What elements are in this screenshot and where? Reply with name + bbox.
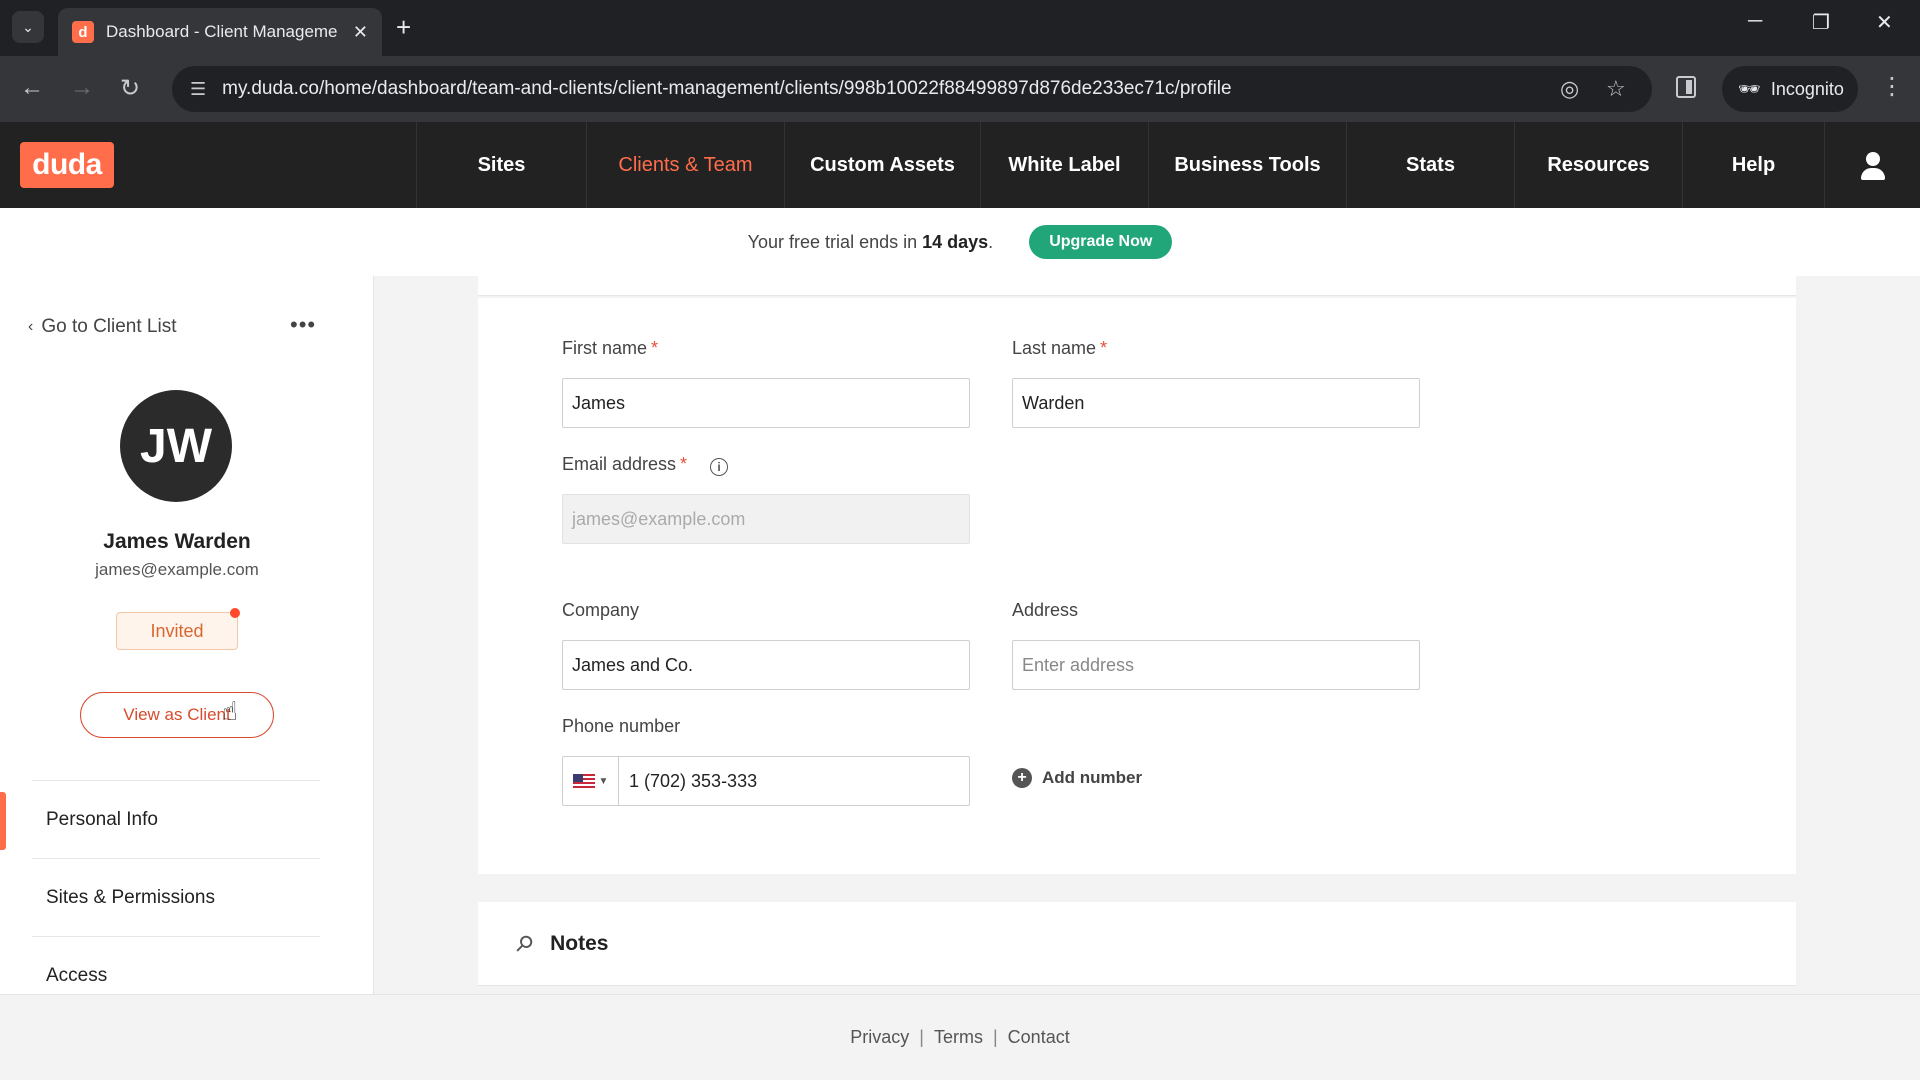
nav-resources[interactable]: Resources xyxy=(1514,122,1682,208)
status-badge: Invited xyxy=(116,612,238,650)
tab-search-button[interactable]: ⌄ xyxy=(12,11,44,43)
trial-days: 14 days xyxy=(922,231,989,252)
incognito-indicator[interactable]: 🕶 Incognito xyxy=(1722,66,1858,112)
forward-arrow-icon[interactable]: → xyxy=(70,74,94,102)
client-email: james@example.com xyxy=(95,560,259,579)
main-content: First name * James Last name * Warden Emai… xyxy=(374,276,1920,994)
info-icon[interactable]: i xyxy=(710,458,728,476)
phone-field[interactable]: ▼ 1 (702) 353-333 xyxy=(562,756,970,806)
nav-custom-assets[interactable]: Custom Assets xyxy=(784,122,980,208)
new-tab-icon[interactable]: + xyxy=(396,12,411,43)
client-sidebar: ‹ Go to Client List ••• JW James Warden … xyxy=(0,276,374,994)
user-account-icon[interactable] xyxy=(1824,122,1920,208)
sidebar-item-sites-permissions[interactable]: Sites & Permissions xyxy=(32,858,320,936)
nav-clients-team[interactable]: Clients & Team xyxy=(586,122,784,208)
restore-icon[interactable]: ❐ xyxy=(1812,10,1830,35)
more-options-icon[interactable]: ••• xyxy=(290,312,316,338)
browser-tab[interactable]: d Dashboard - Client Manageme ✕ xyxy=(58,8,382,56)
contact-link[interactable]: Contact xyxy=(1008,1027,1070,1048)
sidebar-item-personal-info[interactable]: Personal Info xyxy=(32,780,320,858)
incognito-label: Incognito xyxy=(1770,78,1844,99)
company-field[interactable]: James and Co. xyxy=(562,640,970,690)
address-label: Address xyxy=(1012,600,1079,620)
email-field: james@example.com xyxy=(562,494,970,544)
first-name-field[interactable]: James xyxy=(562,378,970,428)
upgrade-now-button[interactable]: Upgrade Now xyxy=(1029,225,1173,259)
view-as-client-button[interactable]: View as Client xyxy=(80,692,274,738)
chevron-left-icon: ‹ xyxy=(28,318,34,335)
personal-info-card: First name * James Last name * Warden Emai… xyxy=(478,298,1796,874)
avatar: JW xyxy=(120,390,232,502)
browser-menu-icon[interactable]: ⋮ xyxy=(1880,72,1904,101)
app-header: duda Sites Clients & Team Custom Assets … xyxy=(0,122,1920,208)
trial-banner: Your free trial ends in 14 days. Upgrade… xyxy=(0,208,1920,276)
first-name-label: First name * xyxy=(562,338,659,358)
notification-dot xyxy=(230,608,240,618)
card-top-edge xyxy=(478,276,1796,296)
client-name: James Warden xyxy=(103,530,251,553)
phone-label: Phone number xyxy=(562,716,681,736)
duda-logo[interactable]: duda xyxy=(20,142,114,188)
back-arrow-icon[interactable]: ← xyxy=(20,74,44,102)
reload-icon[interactable]: ↻ xyxy=(120,74,140,103)
last-name-label: Last name * xyxy=(1012,338,1108,358)
address-bar[interactable]: ☰ my.duda.co/home/dashboard/team-and-cli… xyxy=(172,66,1652,112)
add-number-button[interactable]: + Add number xyxy=(1012,768,1142,788)
us-flag-icon xyxy=(572,774,595,788)
nav-stats[interactable]: Stats xyxy=(1346,122,1514,208)
tab-title: Dashboard - Client Manageme xyxy=(106,22,338,41)
window-close-icon[interactable]: ✕ xyxy=(1876,10,1893,35)
company-label: Company xyxy=(562,600,640,620)
nav-help[interactable]: Help xyxy=(1682,122,1824,208)
browser-toolbar: ← → ↻ ☰ my.duda.co/home/dashboard/team-a… xyxy=(0,56,1920,122)
main-nav: Sites Clients & Team Custom Assets White… xyxy=(416,122,1824,208)
nav-sites[interactable]: Sites xyxy=(416,122,586,208)
nav-business-tools[interactable]: Business Tools xyxy=(1148,122,1346,208)
tab-close-icon[interactable]: ✕ xyxy=(353,22,368,43)
bookmark-star-icon[interactable]: ☆ xyxy=(1606,76,1626,102)
url-text: my.duda.co/home/dashboard/team-and-clien… xyxy=(222,78,1232,99)
caret-down-icon: ▼ xyxy=(598,775,609,787)
eye-off-icon[interactable]: ◎ xyxy=(1560,76,1579,102)
site-info-icon[interactable]: ☰ xyxy=(190,79,206,100)
active-menu-indicator xyxy=(0,792,6,850)
page-footer: Privacy | Terms | Contact xyxy=(0,994,1920,1080)
address-field[interactable]: Enter address xyxy=(1012,640,1420,690)
add-number-label: Add number xyxy=(1042,768,1143,787)
go-to-client-list-link[interactable]: ‹ Go to Client List xyxy=(28,316,177,338)
notes-title: Notes xyxy=(550,931,609,955)
nav-white-label[interactable]: White Label xyxy=(980,122,1148,208)
hand-cursor-icon: ☝ xyxy=(222,696,238,726)
go-to-client-list-label: Go to Client List xyxy=(41,316,177,337)
duda-favicon-icon: d xyxy=(72,21,94,43)
country-selector[interactable]: ▼ xyxy=(563,756,619,806)
pin-icon: ⚲ xyxy=(509,928,539,958)
side-panel-icon[interactable] xyxy=(1676,76,1696,98)
trial-message: Your free trial ends in 14 days. xyxy=(747,231,994,252)
phone-value: 1 (702) 353-333 xyxy=(629,770,758,791)
privacy-link[interactable]: Privacy xyxy=(850,1027,909,1048)
browser-tabbar: ⌄ d Dashboard - Client Manageme ✕ + ─ ❐ … xyxy=(0,0,1920,56)
sidebar-menu: Personal Info Sites & Permissions Access xyxy=(32,780,320,1014)
terms-link[interactable]: Terms xyxy=(934,1027,983,1048)
email-label: Email address * xyxy=(562,454,688,474)
plus-circle-icon: + xyxy=(1012,768,1032,788)
minimize-icon[interactable]: ─ xyxy=(1748,10,1762,33)
notes-section[interactable]: ⚲ Notes xyxy=(478,902,1796,986)
last-name-field[interactable]: Warden xyxy=(1012,378,1420,428)
incognito-icon: 🕶 xyxy=(1738,78,1761,99)
